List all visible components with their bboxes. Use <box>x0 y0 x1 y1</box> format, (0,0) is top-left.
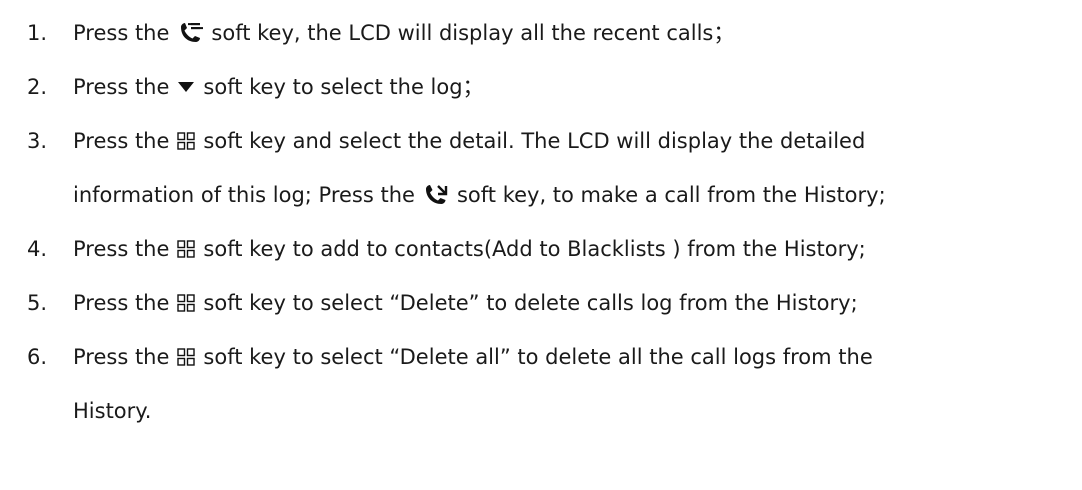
step-number: 1. <box>27 21 48 45</box>
step-text-after: soft key to select “Delete all” to delet… <box>203 345 873 369</box>
step-text-after: soft key, the LCD will display all the r… <box>211 21 735 45</box>
step-text-before: Press the <box>73 237 170 261</box>
call-phone-icon <box>423 183 449 207</box>
step-text-after: soft key to select “Delete” to delete ca… <box>203 291 858 315</box>
step-number: 2. <box>27 75 48 99</box>
step-text-before: Press the <box>73 75 170 99</box>
step-text-after: soft key, to make a call from the Histor… <box>456 183 886 207</box>
menu-grid-icon <box>177 294 196 312</box>
history-phone-icon <box>177 20 204 46</box>
step-number: 4. <box>27 237 48 261</box>
step-text-before: Press the <box>73 291 170 315</box>
step-text-before: Press the <box>73 21 170 45</box>
step-text-before: Press the <box>73 345 170 369</box>
step-text-before: information of this log; Press the <box>73 183 415 207</box>
instruction-list: 1. Press the soft key, the LCD will disp… <box>0 0 1082 490</box>
menu-grid-icon <box>177 240 196 258</box>
menu-grid-icon <box>177 348 196 366</box>
down-arrow-icon <box>177 80 195 94</box>
step-number: 6. <box>27 345 48 369</box>
menu-grid-icon <box>177 132 196 150</box>
step-text-continuation: History. <box>73 399 152 423</box>
step-text-after: soft key and select the detail. The LCD … <box>203 129 866 153</box>
step-number: 3. <box>27 129 48 153</box>
step-text-before: Press the <box>73 129 170 153</box>
step-text-after: soft key to select the log； <box>203 75 484 99</box>
step-text-after: soft key to add to contacts(Add to Black… <box>203 237 866 261</box>
step-number: 5. <box>27 291 48 315</box>
